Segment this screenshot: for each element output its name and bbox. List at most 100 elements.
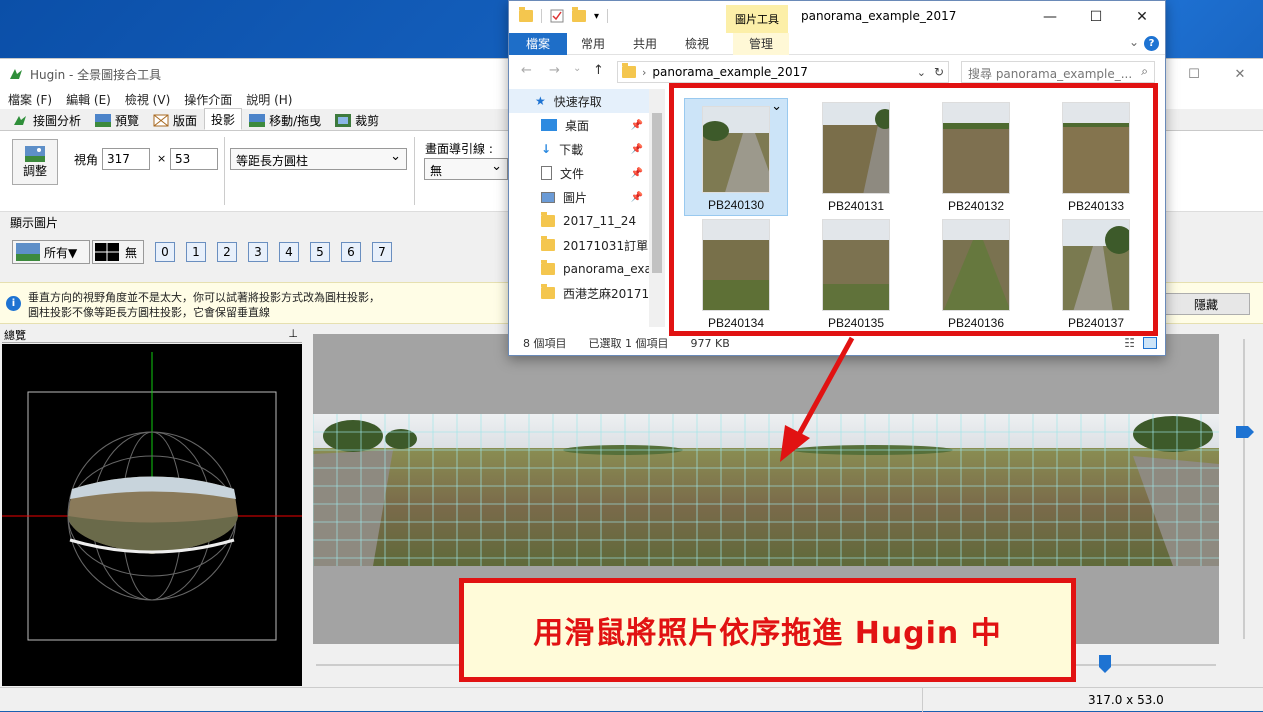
guide-select[interactable]: 無 bbox=[424, 158, 508, 180]
download-icon: ↓ bbox=[541, 142, 552, 156]
align-icon bbox=[14, 115, 26, 125]
nav-label: panorama_exan bbox=[563, 262, 660, 276]
search-input[interactable]: 搜尋 panorama_example_... ⌕ bbox=[961, 61, 1155, 83]
large-icons-view-icon[interactable] bbox=[1143, 337, 1157, 349]
image-toggle-2[interactable]: 2 bbox=[217, 242, 237, 262]
properties-icon[interactable] bbox=[550, 9, 564, 23]
close-icon[interactable]: ✕ bbox=[1217, 59, 1263, 89]
vertical-fov-slider[interactable] bbox=[1236, 339, 1254, 639]
info-icon: i bbox=[6, 296, 21, 311]
address-bar[interactable]: › panorama_example_2017 ⌄ ↻ bbox=[617, 61, 949, 83]
scrollbar-thumb[interactable] bbox=[652, 113, 662, 273]
up-icon[interactable]: ↑ bbox=[593, 63, 604, 78]
nav-folder-2017-11-24[interactable]: 2017_11_24 bbox=[509, 209, 665, 233]
ribbon-tab-manage[interactable]: 管理 bbox=[733, 32, 789, 55]
pictures-icon bbox=[541, 191, 555, 203]
image-toggle-0[interactable]: 0 bbox=[155, 242, 175, 262]
tab-move-drag-label: 移動/拖曳 bbox=[269, 113, 322, 128]
nav-quick-access[interactable]: ★ 快速存取 bbox=[509, 89, 665, 113]
nav-documents[interactable]: 文件 📌 bbox=[509, 161, 665, 185]
maximize-icon[interactable]: ☐ bbox=[1073, 1, 1119, 33]
menu-help[interactable]: 說明 (H) bbox=[246, 91, 292, 108]
slider-thumb-icon[interactable] bbox=[1099, 655, 1111, 673]
folder-icon bbox=[541, 260, 555, 275]
adjust-icon bbox=[25, 145, 45, 162]
fov-vertical-input[interactable]: 53 bbox=[170, 148, 218, 170]
tab-preview-label: 預覽 bbox=[115, 113, 140, 128]
separator bbox=[607, 9, 609, 23]
image-toggle-5[interactable]: 5 bbox=[310, 242, 330, 262]
status-bar: 317.0 x 53.0 bbox=[0, 687, 1263, 712]
nav-scrollbar[interactable] bbox=[649, 89, 665, 327]
fov-horizontal-input[interactable]: 317 bbox=[102, 148, 150, 170]
tab-projection[interactable]: 投影 bbox=[204, 108, 243, 130]
ribbon-tab-view[interactable]: 檢視 bbox=[671, 35, 723, 52]
pin-icon: 📌 bbox=[630, 167, 643, 179]
image-toggle-7[interactable]: 7 bbox=[372, 242, 392, 262]
tab-move-drag[interactable]: 移動/拖曳 bbox=[242, 110, 328, 130]
help-icon[interactable]: ? bbox=[1144, 36, 1159, 51]
customize-qa-icon[interactable]: ▾ bbox=[594, 11, 599, 22]
times-label: × bbox=[157, 152, 167, 165]
hugin-logo-icon bbox=[10, 69, 22, 79]
ribbon-expand-icon[interactable]: ⌄ bbox=[1129, 35, 1139, 49]
show-all-button[interactable]: 所有▼ bbox=[12, 240, 90, 264]
close-icon[interactable]: ✕ bbox=[1119, 1, 1165, 33]
folder-icon bbox=[541, 284, 555, 299]
nav-pictures[interactable]: 圖片 📌 bbox=[509, 185, 665, 209]
menu-file[interactable]: 檔案 (F) bbox=[8, 91, 52, 108]
panorama-field-image bbox=[313, 414, 1219, 566]
menu-edit[interactable]: 編輯 (E) bbox=[66, 91, 111, 108]
info-message: 垂直方向的視野角度並不是太大，你可以試著將投影方式改為圓柱投影， 圓柱投影不像等… bbox=[28, 290, 380, 320]
recent-icon[interactable]: ⌄ bbox=[573, 63, 581, 74]
nav-downloads[interactable]: ↓ 下載 📌 bbox=[509, 137, 665, 161]
tab-crop[interactable]: 裁剪 bbox=[328, 110, 386, 130]
selected-count: 已選取 1 個項目 bbox=[588, 337, 669, 350]
new-folder-icon[interactable] bbox=[572, 7, 586, 22]
chevron-right-icon: › bbox=[642, 65, 647, 79]
address-dropdown-icon[interactable]: ⌄ bbox=[917, 66, 926, 79]
ribbon-tab-file[interactable]: 檔案 bbox=[509, 32, 567, 55]
status-divider bbox=[922, 688, 923, 712]
refresh-icon[interactable]: ↻ bbox=[934, 65, 944, 79]
minimize-icon[interactable]: — bbox=[1027, 1, 1073, 33]
image-toggle-1[interactable]: 1 bbox=[186, 242, 206, 262]
adjust-button[interactable]: 調整 bbox=[12, 139, 58, 185]
maximize-icon[interactable]: ☐ bbox=[1171, 59, 1217, 89]
explorer-titlebar: ▾ 圖片工具 panorama_example_2017 — ☐ ✕ bbox=[509, 1, 1165, 33]
forward-icon[interactable]: → bbox=[549, 63, 560, 78]
nav-folder-orders[interactable]: 20171031訂單 bbox=[509, 233, 665, 257]
projection-select[interactable]: 等距長方圓柱 bbox=[230, 148, 407, 170]
show-all-label: 所有▼ bbox=[44, 245, 78, 260]
menu-interface[interactable]: 操作介面 bbox=[184, 91, 232, 108]
pin-icon: 📌 bbox=[630, 119, 643, 131]
image-toggle-3[interactable]: 3 bbox=[248, 242, 268, 262]
image-toggle-4[interactable]: 4 bbox=[279, 242, 299, 262]
instruction-callout: 用滑鼠將照片依序拖進 Hugin 中 bbox=[459, 578, 1076, 682]
nav-folder-sesame[interactable]: 西港芝麻2017111 bbox=[509, 281, 665, 305]
show-none-button[interactable]: 無 bbox=[92, 240, 144, 264]
desktop-icon bbox=[541, 119, 557, 131]
nav-folder-panorama[interactable]: panorama_exan bbox=[509, 257, 665, 281]
tab-align[interactable]: 接圖分析 bbox=[6, 110, 88, 130]
nav-desktop[interactable]: 桌面 📌 bbox=[509, 113, 665, 137]
hugin-title: Hugin - 全景圖接合工具 bbox=[30, 67, 162, 82]
document-icon bbox=[541, 166, 552, 180]
tab-layout[interactable]: 版面 bbox=[146, 110, 204, 130]
tab-preview[interactable]: 預覽 bbox=[88, 110, 146, 130]
folder-icon bbox=[519, 7, 533, 22]
back-icon[interactable]: ← bbox=[521, 63, 532, 78]
selected-size: 977 KB bbox=[690, 336, 730, 350]
slider-thumb-icon[interactable] bbox=[1236, 426, 1254, 438]
move-drag-icon bbox=[249, 113, 266, 127]
nav-label: 桌面 bbox=[565, 118, 590, 133]
menu-view[interactable]: 檢視 (V) bbox=[125, 91, 170, 108]
overview-panel[interactable] bbox=[2, 344, 302, 686]
pin-icon[interactable]: ⊥ bbox=[288, 327, 298, 340]
ribbon-tab-home[interactable]: 常用 bbox=[567, 35, 619, 52]
image-toggle-6[interactable]: 6 bbox=[341, 242, 361, 262]
details-view-icon[interactable]: ☷ bbox=[1124, 336, 1135, 350]
status-fov: 317.0 x 53.0 bbox=[1088, 693, 1164, 707]
hide-button[interactable]: 隱藏 bbox=[1162, 293, 1250, 315]
ribbon-tab-share[interactable]: 共用 bbox=[619, 35, 671, 52]
